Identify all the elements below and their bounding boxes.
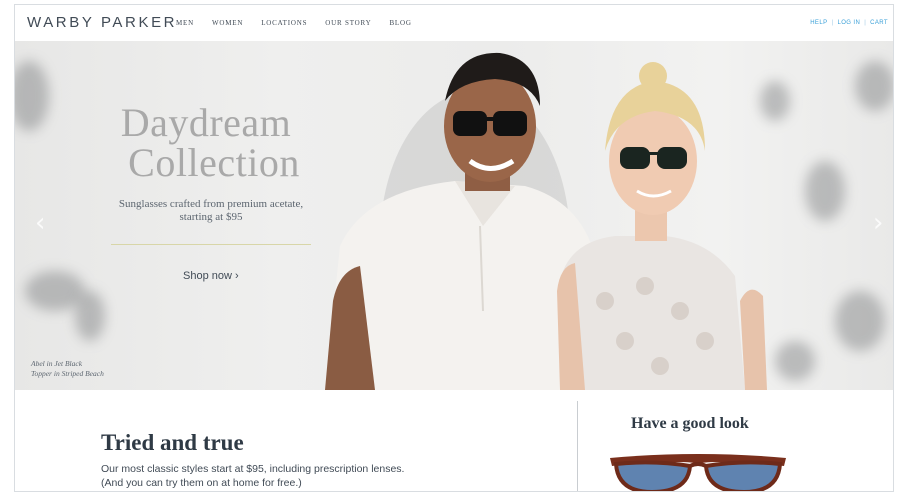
- utility-nav: HELP | LOG IN | CART: [810, 20, 888, 26]
- hero-title-line2: Collection: [128, 140, 300, 185]
- chevron-right-icon[interactable]: ›: [873, 210, 887, 236]
- section-body-line2: (And you can try them on at home for fre…: [101, 477, 302, 489]
- models-photo: [325, 52, 767, 390]
- leaf-shadow: [835, 291, 885, 351]
- hero-banner[interactable]: Daydream Collection Sunglasses crafted f…: [15, 41, 893, 390]
- separator: |: [864, 20, 867, 26]
- separator: |: [831, 20, 834, 26]
- nav-our-story[interactable]: OUR STORY: [325, 19, 371, 27]
- sunglasses-image[interactable]: [608, 452, 788, 492]
- nav-blog[interactable]: BLOG: [389, 19, 411, 27]
- hero-caption: Abel in Jet Black Topper in Striped Beac…: [31, 359, 104, 379]
- logo[interactable]: WARBY PARKER: [27, 14, 177, 31]
- have-a-good-look-section: Have a good look: [578, 390, 893, 492]
- nav-men[interactable]: MEN: [176, 19, 194, 27]
- section-body-line1: Our most classic styles start at $95, in…: [101, 463, 405, 475]
- leaf-shadow: [15, 61, 49, 131]
- caption-line2: Topper in Striped Beach: [31, 369, 104, 378]
- hero-title-line1: Daydream: [120, 100, 292, 145]
- tried-and-true-section: Tried and true Our most classic styles s…: [15, 390, 577, 491]
- leaf-shadow: [805, 161, 845, 221]
- hero-subtitle: Sunglasses crafted from premium acetate,…: [118, 198, 304, 223]
- login-link[interactable]: LOG IN: [837, 20, 860, 26]
- nav-women[interactable]: WOMEN: [212, 19, 243, 27]
- leaf-shadow: [75, 291, 105, 341]
- help-link[interactable]: HELP: [810, 20, 827, 26]
- nav-locations[interactable]: LOCATIONS: [261, 19, 307, 27]
- shop-now-link[interactable]: Shop now ›: [183, 270, 239, 282]
- section-title: Tried and true: [101, 430, 244, 455]
- leaf-shadow: [855, 61, 893, 111]
- main-nav: MEN WOMEN LOCATIONS OUR STORY BLOG: [176, 19, 430, 27]
- section-title: Have a good look: [631, 415, 749, 432]
- caption-line1: Abel in Jet Black: [31, 359, 83, 368]
- hero-divider: [111, 244, 311, 245]
- chevron-left-icon[interactable]: ‹: [35, 210, 49, 236]
- page-frame: WARBY PARKER MEN WOMEN LOCATIONS OUR STO…: [14, 4, 894, 492]
- cart-link[interactable]: CART: [870, 20, 888, 26]
- section-body: Our most classic styles start at $95, in…: [101, 462, 404, 490]
- site-header: WARBY PARKER MEN WOMEN LOCATIONS OUR STO…: [15, 5, 893, 41]
- hero-title: Daydream Collection: [91, 103, 321, 183]
